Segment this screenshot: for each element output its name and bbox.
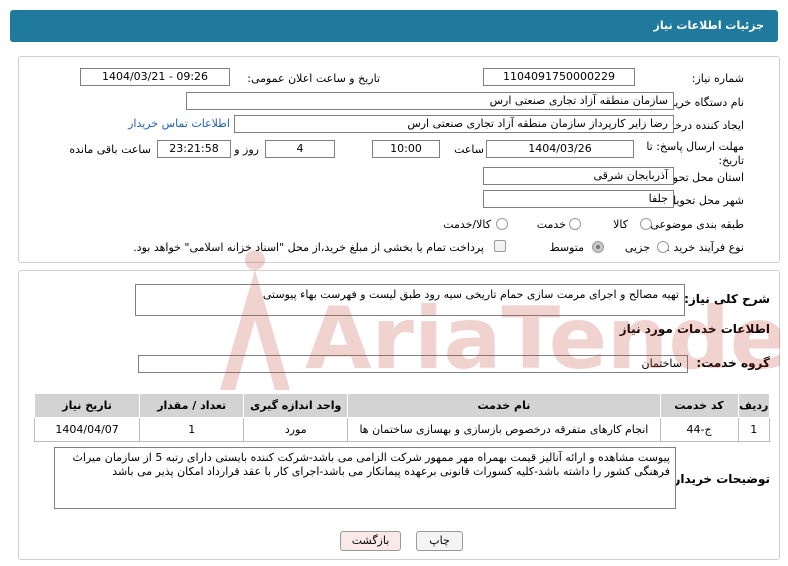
summary-label: شرح کلی نیاز:: [684, 292, 770, 306]
creator-field: رضا زایر کارپرداز سازمان منطقه آزاد تجار…: [234, 115, 674, 133]
remaining-time-field: 23:21:58: [157, 140, 231, 158]
category-radio-goods[interactable]: [640, 218, 652, 230]
buyer-notes-label: توضیحات خریدار:: [668, 472, 770, 486]
treasury-payment-note: پرداخت تمام یا بخشی از مبلغ خرید،از محل …: [133, 241, 484, 254]
col-service-code: کد خدمت: [659, 393, 739, 418]
deadline-label: مهلت ارسال پاسخ: تا: [646, 140, 744, 153]
summary-textarea: تهیه مصالح و اجرای مرمت سازی حمام تاریخی…: [135, 284, 685, 316]
category-radio-goods-service[interactable]: [496, 218, 508, 230]
service-group-field: ساختمان: [138, 355, 688, 373]
col-service-name: نام خدمت: [347, 393, 661, 418]
deadline-date-field: 1404/03/26: [486, 140, 634, 158]
cell-quantity: 1: [139, 417, 245, 442]
remaining-time-label: ساعت باقی مانده: [69, 143, 151, 156]
need-info-section: [18, 56, 780, 263]
process-radio-medium[interactable]: [592, 241, 604, 253]
cell-need-date: 1404/04/07: [33, 417, 141, 442]
page-header: جزئیات اطلاعات نیاز: [10, 10, 778, 42]
category-option-service: خدمت: [536, 218, 566, 231]
print-button[interactable]: چاپ: [416, 531, 463, 551]
category-option-goods-service: کالا/خدمت: [443, 218, 491, 231]
need-number-label: شماره نیاز:: [691, 72, 744, 85]
process-option-minor: جزیی: [624, 241, 650, 254]
announce-field: 1404/03/21 - 09:26: [80, 68, 230, 86]
treasury-checkbox[interactable]: [494, 240, 506, 252]
table-row: 1 ج-44 انجام کارهای متفرقه درخصوص بازساز…: [33, 417, 771, 442]
city-field: جلفا: [483, 190, 674, 208]
province-field: آذربایجان شرقی: [483, 167, 674, 185]
services-title: اطلاعات خدمات مورد نیاز: [619, 322, 770, 336]
deadline-date-label: تاریخ:: [718, 154, 744, 167]
cell-row: 1: [737, 417, 771, 442]
col-need-date: تاریخ نیاز: [33, 393, 141, 418]
back-button[interactable]: بازگشت: [340, 531, 401, 551]
days-remaining-field: 4: [265, 140, 335, 158]
announce-label: تاریخ و ساعت اعلان عمومی:: [247, 72, 380, 85]
process-type-label: نوع فرآیند خرید :: [666, 241, 744, 254]
buyer-contact-link[interactable]: اطلاعات تماس خریدار: [128, 117, 230, 130]
cell-service-name: انجام کارهای متفرقه درخصوص بازسازی و بهس…: [347, 417, 661, 442]
need-number-field: 1104091750000229: [483, 68, 635, 86]
category-radio-service[interactable]: [569, 218, 581, 230]
buyer-notes-textarea: پیوست مشاهده و ارائه آنالیز قیمت بهمراه …: [54, 447, 676, 509]
process-option-medium: متوسط: [549, 241, 584, 254]
process-radio-minor[interactable]: [657, 241, 669, 253]
days-label: روز و: [234, 143, 259, 156]
service-group-label: گروه خدمت:: [696, 356, 770, 370]
city-label: شهر محل تحویل:: [664, 194, 744, 207]
col-quantity: تعداد / مقدار: [139, 393, 245, 418]
services-table: ردیف کد خدمت نام خدمت واحد اندازه گیری ت…: [33, 393, 771, 442]
services-table-header: ردیف کد خدمت نام خدمت واحد اندازه گیری ت…: [33, 393, 771, 418]
cell-unit: مورد: [243, 417, 349, 442]
category-label: طبقه بندی موضوعی:: [646, 218, 744, 231]
buyer-field: سازمان منطقه آزاد تجاری صنعتی ارس: [186, 92, 674, 110]
col-unit: واحد اندازه گیری: [243, 393, 349, 418]
deadline-time-field: 10:00: [372, 140, 440, 158]
col-row: ردیف: [737, 393, 771, 418]
page-title: جزئیات اطلاعات نیاز: [653, 19, 765, 32]
deadline-time-label: ساعت: [454, 143, 484, 156]
cell-service-code: ج-44: [659, 417, 739, 442]
category-option-goods: کالا: [613, 218, 628, 231]
